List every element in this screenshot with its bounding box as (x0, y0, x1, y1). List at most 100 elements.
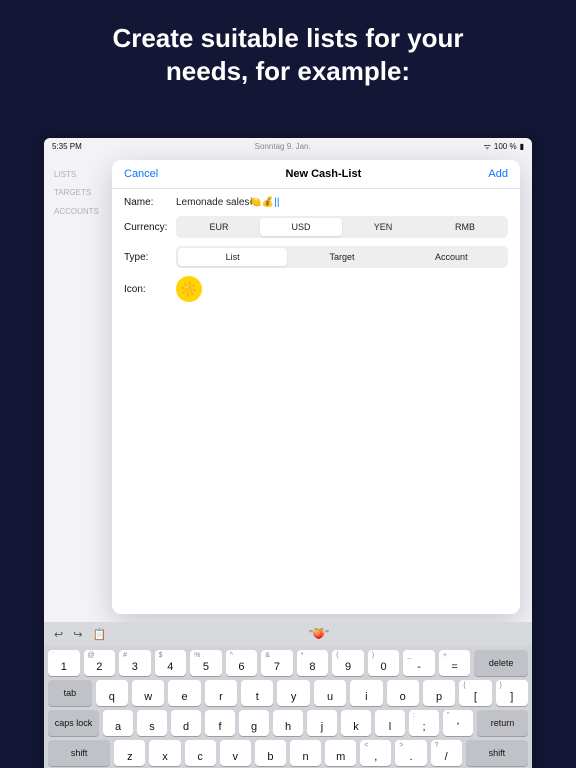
modal-form: Name: Lemonade sales🍋💰| Currency: EURUSD… (112, 189, 520, 318)
key-=[interactable]: += (439, 650, 471, 676)
keyboard-row-z: shiftzxcvbnm<,>.?/shift (48, 740, 528, 766)
sidebar-item-accounts[interactable]: ACCOUNTS (54, 203, 99, 221)
undo-icon[interactable]: ↩ (54, 628, 63, 641)
currency-option-rmb[interactable]: RMB (424, 218, 506, 236)
key-i[interactable]: i (350, 680, 382, 706)
key-shift[interactable]: shift (466, 740, 528, 766)
name-input[interactable]: Lemonade sales🍋💰| (176, 197, 508, 208)
key-f[interactable]: f (205, 710, 235, 736)
key-s[interactable]: s (137, 710, 167, 736)
key-c[interactable]: c (185, 740, 216, 766)
key-z[interactable]: z (114, 740, 145, 766)
key-r[interactable]: r (205, 680, 237, 706)
key-b[interactable]: b (255, 740, 286, 766)
key-x[interactable]: x (149, 740, 180, 766)
currency-segmented: EURUSDYENRMB (176, 216, 508, 238)
type-row: Type: ListTargetAccount (124, 246, 508, 268)
sidebar-item-targets[interactable]: TARGETS (54, 184, 99, 202)
sun-icon: ☀️ (180, 281, 197, 298)
keyboard-row-q: tabqwertyuiop{[}] (48, 680, 528, 706)
key-q[interactable]: q (96, 680, 128, 706)
key-m[interactable]: m (325, 740, 356, 766)
wifi-icon: ᯤ (484, 141, 491, 152)
key-caps lock[interactable]: caps lock (48, 710, 99, 736)
battery-icon: ▮ (520, 142, 524, 151)
key-;[interactable]: :; (409, 710, 439, 736)
type-label: Type: (124, 252, 176, 263)
key-'[interactable]: "' (443, 710, 473, 736)
key-delete[interactable]: delete (474, 650, 528, 676)
key-8[interactable]: *8 (297, 650, 329, 676)
name-value: Lemonade sales🍋💰 (176, 197, 274, 208)
key-p[interactable]: p (423, 680, 455, 706)
currency-label: Currency: (124, 222, 176, 233)
key-][interactable]: }] (496, 680, 528, 706)
key-0[interactable]: )0 (368, 650, 400, 676)
suggestion[interactable]: "🍑" (116, 629, 522, 640)
key-l[interactable]: l (375, 710, 405, 736)
icon-row: Icon: ☀️ (124, 276, 508, 302)
currency-option-yen[interactable]: YEN (342, 218, 424, 236)
status-date: Sonntag 9. Jan. (82, 142, 484, 151)
promo-title: Create suitable lists for your needs, fo… (0, 0, 576, 105)
key-9[interactable]: (9 (332, 650, 364, 676)
key-return[interactable]: return (477, 710, 528, 736)
key-shift[interactable]: shift (48, 740, 110, 766)
key-,[interactable]: <, (360, 740, 391, 766)
key-7[interactable]: &7 (261, 650, 293, 676)
key-t[interactable]: t (241, 680, 273, 706)
sidebar-item-lists[interactable]: LISTS (54, 166, 99, 184)
add-button[interactable]: Add (488, 168, 508, 180)
redo-icon[interactable]: ↪ (73, 628, 82, 641)
key-j[interactable]: j (307, 710, 337, 736)
modal-title: New Cash-List (285, 168, 361, 180)
key-w[interactable]: w (132, 680, 164, 706)
key--[interactable]: _- (403, 650, 435, 676)
new-list-modal: Cancel New Cash-List Add Name: Lemonade … (112, 160, 520, 614)
status-time: 5:35 PM (52, 142, 82, 151)
battery-label: 100 % (494, 142, 517, 151)
key-u[interactable]: u (314, 680, 346, 706)
key-h[interactable]: h (273, 710, 303, 736)
currency-option-eur[interactable]: EUR (178, 218, 260, 236)
icon-label: Icon: (124, 284, 176, 295)
name-row: Name: Lemonade sales🍋💰| (124, 197, 508, 208)
cancel-button[interactable]: Cancel (124, 168, 158, 180)
type-option-list[interactable]: List (178, 248, 287, 266)
key-o[interactable]: o (387, 680, 419, 706)
status-bar: 5:35 PM Sonntag 9. Jan. ᯤ 100 % ▮ (44, 138, 532, 155)
key-e[interactable]: e (168, 680, 200, 706)
promo-title-line: Create suitable lists for your (40, 22, 536, 55)
currency-row: Currency: EURUSDYENRMB (124, 216, 508, 238)
key-a[interactable]: a (103, 710, 133, 736)
key-/[interactable]: ?/ (431, 740, 462, 766)
key-y[interactable]: y (277, 680, 309, 706)
type-option-account[interactable]: Account (397, 248, 506, 266)
paste-icon[interactable]: 📋 (92, 628, 106, 641)
sidebar: LISTS TARGETS ACCOUNTS (54, 166, 99, 221)
keyboard-toolbar: ↩ ↪ 📋 "🍑" (44, 622, 532, 646)
ipad-screen: 5:35 PM Sonntag 9. Jan. ᯤ 100 % ▮ LISTS … (44, 138, 532, 768)
keyboard-row-numbers: `1@2#3$4%5^6&7*8(9)0_-+=delete (48, 650, 528, 676)
status-right: ᯤ 100 % ▮ (484, 141, 524, 152)
key-d[interactable]: d (171, 710, 201, 736)
key-2[interactable]: @2 (84, 650, 116, 676)
key-4[interactable]: $4 (155, 650, 187, 676)
key-5[interactable]: %5 (190, 650, 222, 676)
type-option-target[interactable]: Target (287, 248, 396, 266)
key-n[interactable]: n (290, 740, 321, 766)
key-6[interactable]: ^6 (226, 650, 258, 676)
key-tab[interactable]: tab (48, 680, 92, 706)
key-[[interactable]: {[ (459, 680, 491, 706)
key-k[interactable]: k (341, 710, 371, 736)
key-.[interactable]: >. (395, 740, 426, 766)
key-1[interactable]: `1 (48, 650, 80, 676)
key-v[interactable]: v (220, 740, 251, 766)
keyboard-row-a: caps lockasdfghjkl:;"'return (48, 710, 528, 736)
key-g[interactable]: g (239, 710, 269, 736)
promo-title-line: needs, for example: (40, 55, 536, 88)
key-3[interactable]: #3 (119, 650, 151, 676)
text-cursor: | (274, 197, 277, 208)
icon-chip[interactable]: ☀️ (176, 276, 202, 302)
currency-option-usd[interactable]: USD (260, 218, 342, 236)
